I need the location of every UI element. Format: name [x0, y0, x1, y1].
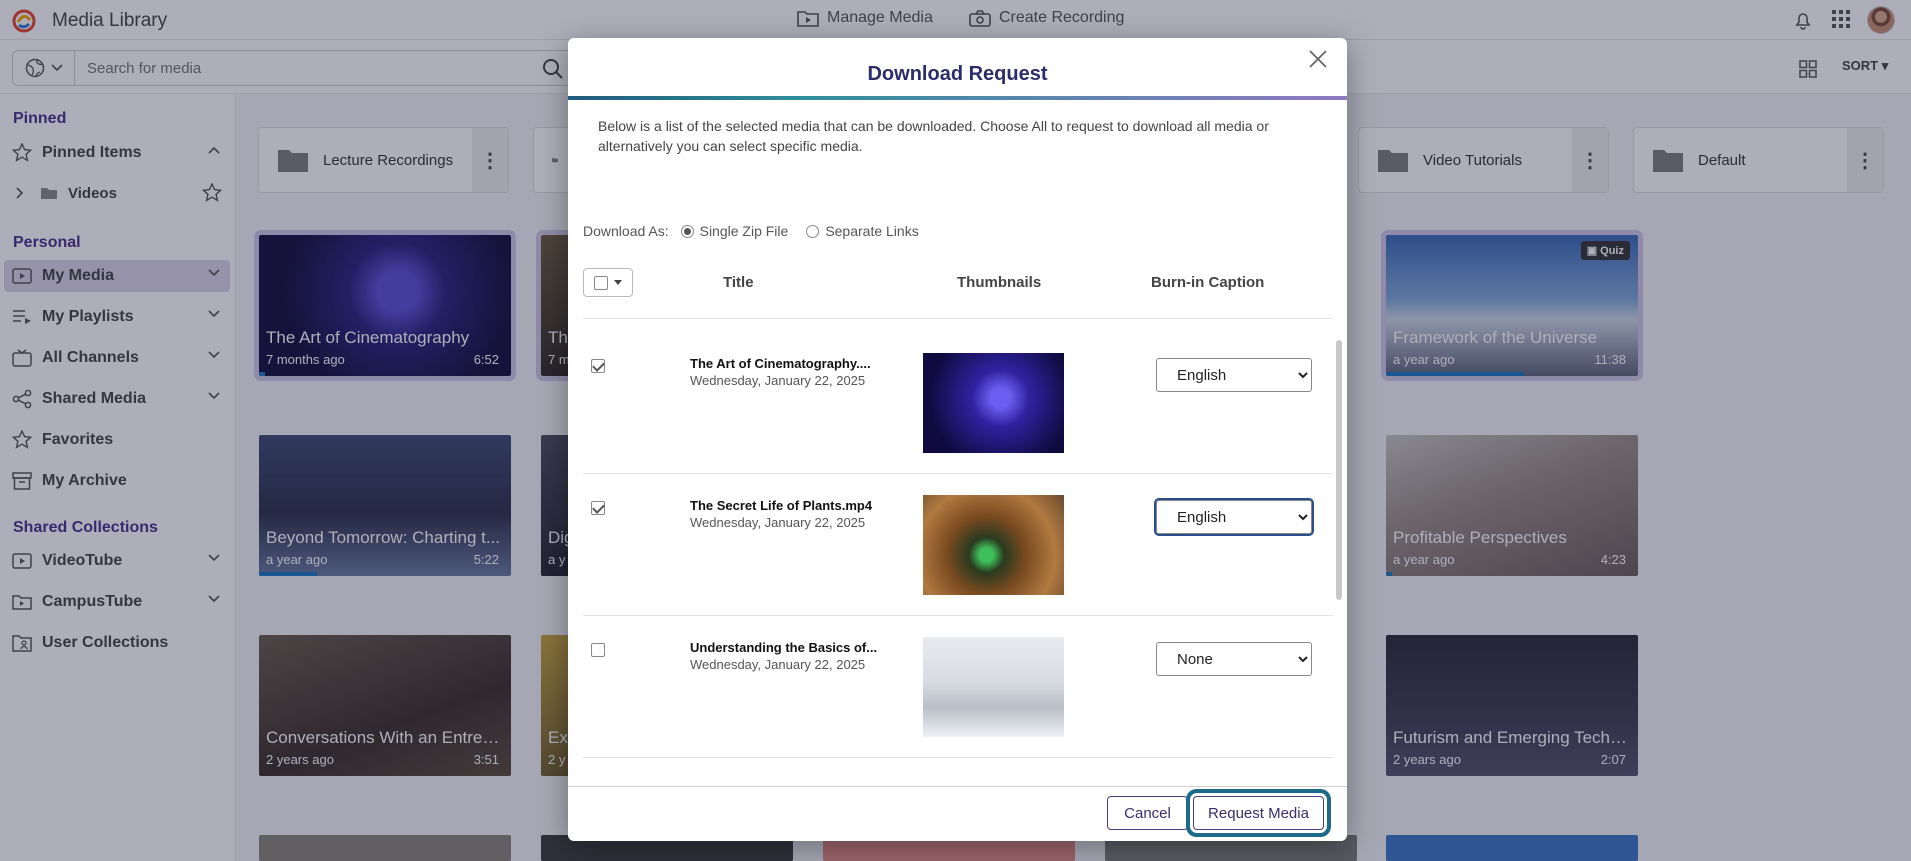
download-as-label: Download As:: [583, 223, 669, 239]
download-as-group: Download As: Single Zip File Separate Li…: [583, 223, 919, 239]
row-date: Wednesday, January 22, 2025: [690, 657, 866, 672]
caption-select[interactable]: None: [1156, 642, 1312, 676]
row-date: Wednesday, January 22, 2025: [690, 373, 866, 388]
media-row: The Art of Cinematography.... Wednesday,…: [568, 319, 1328, 461]
column-header-caption: Burn-in Caption: [1151, 274, 1265, 291]
row-thumbnail: [923, 495, 1064, 595]
column-header-thumbnails: Thumbnails: [957, 274, 1042, 291]
separate-links-label[interactable]: Separate Links: [825, 223, 918, 239]
select-all-dropdown[interactable]: [583, 268, 633, 297]
request-media-button[interactable]: Request Media: [1193, 796, 1324, 830]
select-all-checkbox[interactable]: [594, 275, 608, 290]
divider: [583, 757, 1333, 758]
row-checkbox[interactable]: [591, 359, 605, 373]
caption-select[interactable]: English: [1156, 358, 1312, 392]
row-thumbnail: [923, 637, 1064, 737]
dialog-description: Below is a list of the selected media th…: [598, 118, 1269, 154]
cancel-button[interactable]: Cancel: [1107, 796, 1188, 830]
download-request-dialog: Download Request Below is a list of the …: [568, 38, 1347, 841]
row-date: Wednesday, January 22, 2025: [690, 515, 866, 530]
row-thumbnail: [923, 353, 1064, 453]
separate-links-radio[interactable]: [806, 224, 820, 238]
single-zip-label[interactable]: Single Zip File: [700, 223, 789, 239]
dialog-footer-divider: [568, 786, 1347, 787]
dialog-scrollbar[interactable]: [1336, 340, 1342, 600]
media-row: The Secret Life of Plants.mp4 Wednesday,…: [568, 461, 1328, 603]
row-title: The Secret Life of Plants.mp4: [690, 498, 873, 513]
media-row: Understanding the Basics of... Wednesday…: [568, 603, 1328, 745]
caret-down-icon: [614, 280, 622, 285]
single-zip-radio[interactable]: [680, 224, 694, 238]
dialog-title: Download Request: [867, 63, 1048, 85]
caption-select[interactable]: English: [1154, 498, 1314, 536]
close-icon[interactable]: [1308, 49, 1328, 69]
column-header-title: Title: [723, 274, 754, 291]
row-checkbox[interactable]: [591, 501, 605, 515]
row-checkbox[interactable]: [591, 643, 605, 657]
row-title: The Art of Cinematography....: [690, 356, 871, 371]
dialog-accent-bar: [568, 96, 1347, 100]
row-title: Understanding the Basics of...: [690, 640, 878, 655]
